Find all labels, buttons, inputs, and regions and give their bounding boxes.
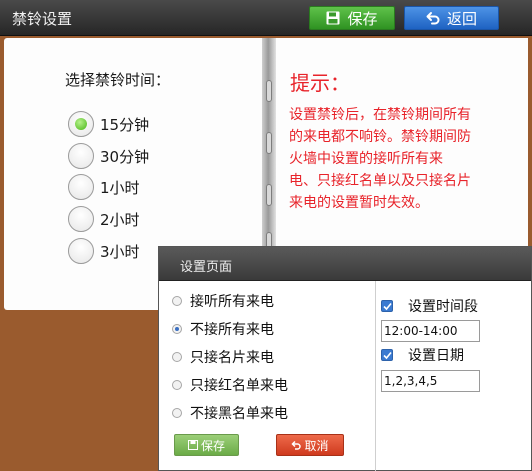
checkbox[interactable]	[381, 349, 393, 361]
duration-option-3h[interactable]: 3小时	[68, 238, 140, 264]
tip-line: 设置禁铃后，在禁铃期间所有	[289, 107, 471, 123]
call-option-label: 不接所有来电	[190, 322, 274, 338]
radio-button[interactable]	[172, 352, 182, 362]
app-title: 禁铃设置	[12, 10, 73, 28]
call-option-label: 只接红名单来电	[190, 378, 288, 394]
duration-option-label: 15分钟	[100, 115, 150, 134]
duration-option-label: 2小时	[100, 210, 140, 229]
radio-button[interactable]	[68, 143, 94, 169]
duration-option-2h[interactable]: 2小时	[68, 206, 140, 232]
radio-button[interactable]	[172, 296, 182, 306]
radio-selected-dot	[175, 327, 179, 331]
checkmark-icon	[382, 351, 392, 359]
radio-button[interactable]	[68, 174, 94, 200]
call-option-whitelist-only[interactable]: 只接红名单来电	[172, 376, 288, 394]
call-option-reject-all[interactable]: 不接所有来电	[172, 320, 274, 338]
duration-prompt: 选择禁铃时间：	[65, 71, 171, 89]
dialog-cancel-label: 取消	[304, 438, 329, 453]
radio-button[interactable]	[172, 380, 182, 390]
duration-option-15min[interactable]: 15分钟	[68, 111, 149, 137]
call-option-contacts-only[interactable]: 只接名片来电	[172, 348, 274, 366]
back-button[interactable]: 返回	[404, 6, 499, 30]
floppy-disk-icon	[187, 440, 198, 450]
call-option-label: 只接名片来电	[190, 350, 274, 366]
radio-button[interactable]	[172, 408, 182, 418]
binder-ring	[266, 184, 272, 206]
duration-option-30min[interactable]: 30分钟	[68, 143, 149, 169]
dialog-cancel-button[interactable]: 取消	[276, 434, 344, 456]
time-range-label: 设置时间段	[408, 299, 478, 315]
floppy-disk-icon	[326, 11, 340, 25]
checkmark-icon	[382, 302, 392, 310]
tip-line: 电、只接红名单以及只接名片	[289, 173, 471, 189]
save-button-label: 保存	[347, 9, 378, 28]
call-option-label: 接听所有来电	[190, 294, 274, 310]
radio-button[interactable]	[68, 206, 94, 232]
duration-option-1h[interactable]: 1小时	[68, 174, 140, 200]
binder-ring	[266, 132, 272, 154]
tip-line: 来电的设置暂时失效。	[289, 195, 429, 211]
duration-option-label: 30分钟	[100, 147, 150, 166]
duration-option-label: 3小时	[100, 242, 140, 261]
date-input[interactable]	[381, 370, 480, 392]
return-arrow-icon	[426, 12, 440, 25]
radio-button[interactable]	[68, 238, 94, 264]
tip-line: 火墙中设置的接听所有来	[289, 151, 443, 167]
call-option-answer-all[interactable]: 接听所有来电	[172, 292, 274, 310]
return-arrow-icon	[291, 440, 302, 450]
date-label: 设置日期	[408, 348, 464, 364]
radio-selected-dot	[75, 118, 87, 130]
dialog-save-label: 保存	[200, 438, 225, 453]
dialog-divider	[375, 281, 376, 471]
date-checkbox[interactable]: 设置日期	[381, 347, 464, 364]
time-range-checkbox[interactable]: 设置时间段	[381, 298, 478, 315]
radio-button[interactable]	[68, 111, 94, 137]
back-button-label: 返回	[446, 9, 477, 28]
save-button[interactable]: 保存	[309, 6, 395, 30]
call-option-label: 不接黑名单来电	[190, 406, 288, 422]
duration-option-label: 1小时	[100, 178, 140, 197]
title-bar: 禁铃设置 保存 返回	[0, 0, 532, 36]
time-range-input[interactable]	[381, 320, 480, 342]
settings-dialog: 设置页面 接听所有来电 不接所有来电 只接名片来电 只接红名单来电 不接黑名单来…	[158, 246, 532, 471]
radio-button[interactable]	[172, 324, 182, 334]
call-option-block-blacklist[interactable]: 不接黑名单来电	[172, 404, 288, 422]
dialog-save-button[interactable]: 保存	[174, 434, 239, 456]
checkbox[interactable]	[381, 300, 393, 312]
dialog-title-bar: 设置页面	[159, 247, 531, 281]
tip-line: 的来电都不响铃。禁铃期间防	[289, 129, 471, 145]
dialog-title: 设置页面	[180, 260, 233, 275]
binder-ring	[266, 80, 272, 102]
tip-body: 设置禁铃后，在禁铃期间所有 的来电都不响铃。禁铃期间防 火墙中设置的接听所有来 …	[289, 104, 523, 214]
tip-title: 提示：	[290, 71, 350, 95]
